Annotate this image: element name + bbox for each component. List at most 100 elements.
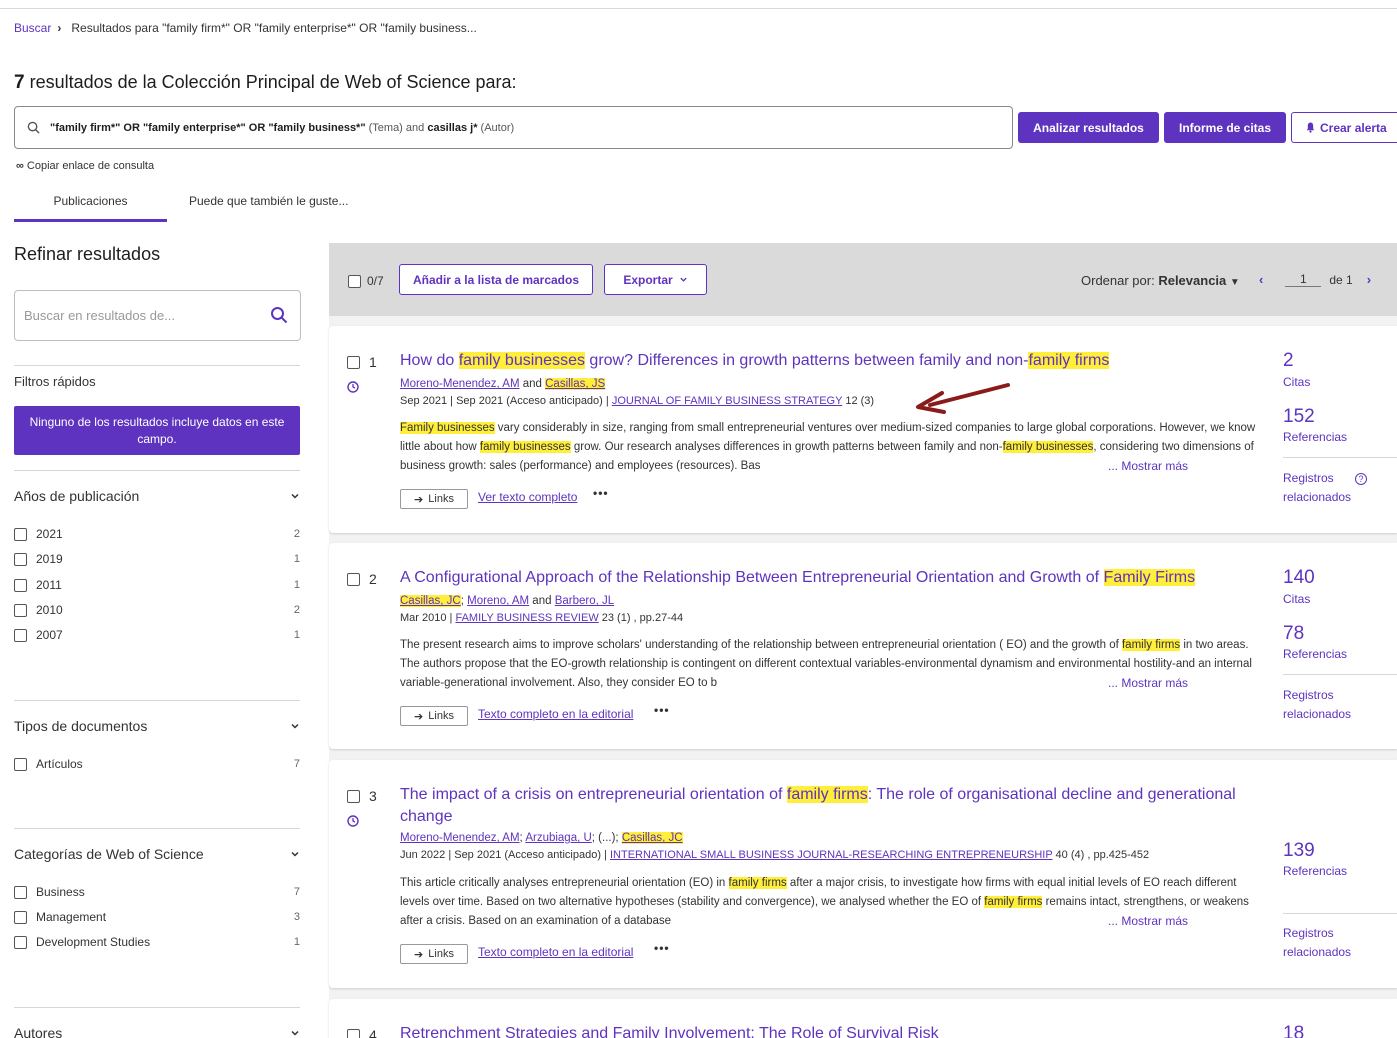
journal-link[interactable]: FAMILY BUSINESS REVIEW bbox=[455, 612, 598, 624]
show-more-link[interactable]: ... Mostrar más bbox=[1108, 459, 1188, 473]
full-text-link[interactable]: Texto completo en la editorial bbox=[478, 707, 633, 721]
result-title[interactable]: Retrenchment Strategies and Family Invol… bbox=[400, 1023, 1260, 1038]
export-button[interactable]: Exportar bbox=[604, 264, 707, 295]
citations-count[interactable]: 2 bbox=[1283, 350, 1294, 372]
stats-divider bbox=[1283, 913, 1397, 914]
title-highlight: family firms bbox=[786, 786, 868, 803]
checkbox[interactable] bbox=[347, 355, 360, 369]
years-section-header[interactable]: Años de publicación bbox=[14, 488, 300, 504]
filter-year-2007[interactable]: 2007 1 bbox=[14, 625, 300, 645]
checkbox[interactable] bbox=[14, 603, 27, 617]
citation-report-button[interactable]: Informe de citas bbox=[1164, 112, 1286, 143]
filter-category-business[interactable]: Business 7 bbox=[14, 882, 300, 902]
filter-category-management[interactable]: Management 3 bbox=[14, 907, 300, 927]
checkbox[interactable] bbox=[347, 572, 360, 586]
query-box[interactable]: "family firm*" OR "family enterprise*" O… bbox=[14, 106, 1013, 149]
result-select[interactable]: 2 bbox=[347, 571, 377, 587]
title-highlight: Family Firms bbox=[1103, 569, 1196, 586]
references-count[interactable]: 78 bbox=[1283, 623, 1304, 645]
related-records-link[interactable]: Registros relacionados bbox=[1283, 686, 1351, 724]
select-all[interactable]: 0/7 bbox=[348, 274, 384, 288]
journal-link[interactable]: INTERNATIONAL SMALL BUSINESS JOURNAL-RES… bbox=[610, 849, 1053, 861]
result-select[interactable]: 1 bbox=[347, 354, 377, 370]
related-records-link[interactable]: Registros ? relacionados bbox=[1283, 469, 1368, 507]
author-link[interactable]: Casillas, JC bbox=[621, 832, 683, 844]
copy-query-link-label: Copiar enlace de consulta bbox=[26, 160, 155, 172]
author-link[interactable]: Barbero, JL bbox=[555, 595, 614, 607]
help-icon[interactable]: ? bbox=[1355, 473, 1368, 485]
copy-query-link[interactable]: ∞ Copiar enlace de consulta bbox=[16, 160, 154, 172]
author-link[interactable]: Moreno-Menendez, AM bbox=[400, 832, 520, 844]
references-count[interactable]: 152 bbox=[1283, 406, 1315, 428]
abstract-highlight: Family businesses bbox=[400, 422, 495, 434]
search-icon[interactable] bbox=[270, 306, 288, 324]
filter-year-2011[interactable]: 2011 1 bbox=[14, 575, 300, 595]
links-button[interactable]: ➔ Links bbox=[400, 706, 468, 726]
next-page-icon[interactable]: › bbox=[1367, 272, 1371, 287]
author-link[interactable]: Moreno, AM bbox=[467, 595, 529, 607]
result-select[interactable]: 4 bbox=[347, 1027, 377, 1038]
checkbox[interactable] bbox=[14, 552, 27, 566]
more-options-icon[interactable]: ••• bbox=[593, 486, 609, 500]
categories-section-header[interactable]: Categorías de Web of Science bbox=[14, 846, 300, 862]
links-button[interactable]: ➔ Links bbox=[400, 944, 468, 964]
links-button[interactable]: ➔ Links bbox=[400, 489, 468, 509]
more-options-icon[interactable]: ••• bbox=[654, 703, 670, 717]
show-more-link[interactable]: ... Mostrar más bbox=[1108, 676, 1188, 690]
breadcrumb-search-link[interactable]: Buscar bbox=[14, 21, 51, 35]
sidebar-divider bbox=[14, 700, 300, 701]
doctypes-section-header[interactable]: Tipos de documentos bbox=[14, 718, 300, 734]
checkbox[interactable] bbox=[14, 757, 27, 771]
filter-label: Artículos bbox=[36, 757, 83, 771]
page-input[interactable]: 1 bbox=[1285, 272, 1322, 287]
filter-doctype-articles[interactable]: Artículos 7 bbox=[14, 754, 300, 774]
tab-publications[interactable]: Publicaciones bbox=[14, 186, 167, 222]
refine-search-input[interactable]: Buscar en resultados de... bbox=[14, 290, 301, 341]
checkbox[interactable] bbox=[347, 789, 360, 803]
create-alert-button[interactable]: Crear alerta bbox=[1291, 112, 1397, 143]
author-link[interactable]: Casillas, JS bbox=[545, 378, 606, 390]
checkbox[interactable] bbox=[14, 527, 27, 541]
checkbox[interactable] bbox=[14, 628, 27, 642]
journal-link[interactable]: JOURNAL OF FAMILY BUSINESS STRATEGY bbox=[612, 395, 842, 407]
checkbox[interactable] bbox=[347, 1028, 360, 1038]
result-title[interactable]: The impact of a crisis on entrepreneuria… bbox=[400, 784, 1260, 828]
result-select[interactable]: 3 bbox=[347, 788, 377, 804]
checkbox[interactable] bbox=[14, 578, 27, 592]
filter-label: Business bbox=[36, 885, 85, 899]
result-title[interactable]: How do family businesses grow? Differenc… bbox=[400, 350, 1260, 372]
authors-section-header[interactable]: Autores bbox=[14, 1025, 300, 1038]
chevron-down-icon bbox=[291, 723, 299, 729]
analyze-results-button[interactable]: Analizar resultados bbox=[1018, 112, 1159, 143]
checkbox[interactable] bbox=[348, 274, 361, 288]
caret-down-icon: ▼ bbox=[1229, 277, 1240, 288]
author-link[interactable]: Moreno-Menendez, AM bbox=[400, 378, 520, 390]
citations-count[interactable]: 18 bbox=[1283, 1023, 1304, 1038]
full-text-link[interactable]: Ver texto completo bbox=[478, 490, 577, 504]
checkbox[interactable] bbox=[14, 910, 27, 924]
checkbox[interactable] bbox=[14, 935, 27, 949]
tab-recommended[interactable]: Puede que también le guste... bbox=[189, 186, 369, 222]
more-options-icon[interactable]: ••• bbox=[654, 941, 670, 955]
related-records-link[interactable]: Registros relacionados bbox=[1283, 924, 1351, 962]
checkbox[interactable] bbox=[14, 885, 27, 899]
add-to-marked-list-button[interactable]: Añadir a la lista de marcados bbox=[399, 264, 593, 295]
related-label: relacionados bbox=[1283, 490, 1352, 504]
previous-page-icon[interactable]: ‹ bbox=[1259, 272, 1263, 287]
result-title[interactable]: A Configurational Approach of the Relati… bbox=[400, 567, 1260, 589]
filter-year-2021[interactable]: 2021 2 bbox=[14, 524, 300, 544]
filter-count: 1 bbox=[293, 629, 300, 641]
chevron-down-icon bbox=[291, 1030, 299, 1036]
show-more-link[interactable]: ... Mostrar más bbox=[1108, 914, 1188, 928]
full-text-link[interactable]: Texto completo en la editorial bbox=[478, 945, 633, 959]
references-count[interactable]: 139 bbox=[1283, 840, 1315, 862]
filter-year-2019[interactable]: 2019 1 bbox=[14, 549, 300, 569]
abstract-text: grow. Our research analyses differences … bbox=[570, 441, 1003, 453]
filter-label: 2011 bbox=[36, 578, 62, 592]
author-link[interactable]: Casillas, JC bbox=[400, 595, 461, 607]
citations-count[interactable]: 140 bbox=[1283, 567, 1315, 589]
author-link[interactable]: Arzubiaga, U bbox=[525, 832, 591, 844]
sort-dropdown[interactable]: Ordenar por: Relevancia ▼ bbox=[1081, 273, 1240, 288]
filter-year-2010[interactable]: 2010 2 bbox=[14, 600, 300, 620]
filter-category-development-studies[interactable]: Development Studies 1 bbox=[14, 932, 300, 952]
